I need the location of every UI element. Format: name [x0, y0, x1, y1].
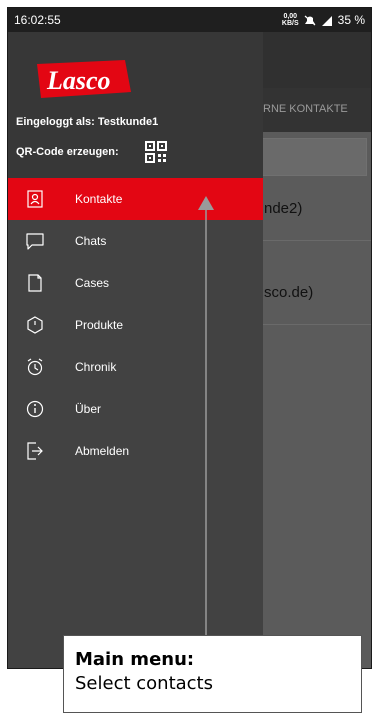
product-icon — [27, 316, 43, 334]
menu-item-kontakte[interactable]: Kontakte — [8, 178, 263, 220]
contacts-icon — [27, 190, 43, 208]
callout-title: Main menu: — [75, 649, 195, 670]
logout-icon — [27, 442, 43, 460]
status-icons: 0,00 KB/S 35 % — [282, 13, 365, 27]
navigation-drawer: Lasco Eingeloggt als: Testkunde1 QR-Code… — [8, 32, 263, 668]
network-speed-indicator: 0,00 KB/S — [282, 13, 299, 27]
menu-label: Chronik — [75, 360, 117, 374]
background-search-field — [255, 138, 367, 176]
menu-label: Chats — [75, 234, 107, 248]
mute-icon — [304, 15, 316, 25]
menu-item-abmelden[interactable]: Abmelden — [8, 430, 263, 472]
drawer-header: Lasco Eingeloggt als: Testkunde1 QR-Code… — [8, 32, 263, 178]
document-icon — [28, 274, 42, 292]
logged-in-label: Eingeloggt als: Testkunde1 — [16, 116, 159, 128]
main-menu: Kontakte Chats Cases Produkte Chronik Üb… — [8, 178, 263, 472]
menu-item-chronik[interactable]: Chronik — [8, 346, 263, 388]
menu-item-cases[interactable]: Cases — [8, 262, 263, 304]
menu-label: Cases — [75, 276, 110, 290]
menu-label: Kontakte — [75, 192, 123, 206]
menu-label: Über — [75, 402, 102, 416]
menu-label: Produkte — [75, 318, 124, 332]
status-time: 16:02:55 — [14, 13, 61, 27]
qr-code-icon[interactable] — [145, 141, 167, 163]
menu-label: Abmelden — [75, 444, 130, 458]
menu-item-chats[interactable]: Chats — [8, 220, 263, 262]
menu-item-ueber[interactable]: Über — [8, 388, 263, 430]
signal-icon — [321, 15, 332, 26]
qr-code-label: QR-Code erzeugen: — [16, 146, 119, 158]
svg-text:Lasco: Lasco — [46, 66, 111, 95]
background-contact-text: nde2) — [264, 200, 303, 217]
lasco-logo: Lasco — [37, 60, 131, 98]
info-icon — [26, 400, 44, 418]
annotation-callout: Main menu: Select contacts — [63, 635, 362, 713]
network-speed-value: 0,00 — [283, 13, 298, 20]
background-tab-label: RNE KONTAKTE — [263, 103, 348, 115]
chat-icon — [26, 233, 44, 250]
background-contact-text: sco.de) — [264, 284, 314, 301]
menu-item-produkte[interactable]: Produkte — [8, 304, 263, 346]
status-bar: 16:02:55 0,00 KB/S 35 % — [8, 8, 371, 32]
network-speed-unit: KB/S — [281, 20, 299, 27]
phone-screen: 16:02:55 0,00 KB/S 35 % RNE KONTAKTE nde… — [7, 7, 372, 669]
battery-level: 35 % — [337, 13, 365, 27]
callout-text: Select contacts — [75, 673, 213, 694]
clock-icon — [27, 358, 43, 376]
